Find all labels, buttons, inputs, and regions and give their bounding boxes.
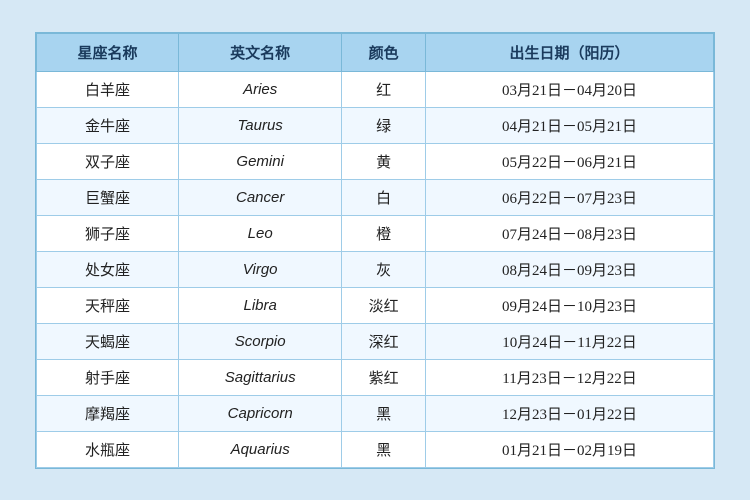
table-row: 水瓶座Aquarius黑01月21日－02月19日 [37,431,714,467]
table-body: 白羊座Aries红03月21日－04月20日金牛座Taurus绿04月21日－0… [37,71,714,467]
table-row: 摩羯座Capricorn黑12月23日－01月22日 [37,395,714,431]
cell-date: 05月22日－06月21日 [425,143,713,179]
cell-zh-name: 水瓶座 [37,431,179,467]
cell-zh-name: 摩羯座 [37,395,179,431]
cell-zh-name: 白羊座 [37,71,179,107]
cell-date: 01月21日－02月19日 [425,431,713,467]
table-row: 白羊座Aries红03月21日－04月20日 [37,71,714,107]
cell-date: 12月23日－01月22日 [425,395,713,431]
cell-color: 红 [342,71,426,107]
cell-zh-name: 巨蟹座 [37,179,179,215]
cell-en-name: Virgo [179,251,342,287]
cell-date: 11月23日－12月22日 [425,359,713,395]
cell-en-name: Sagittarius [179,359,342,395]
cell-zh-name: 天秤座 [37,287,179,323]
header-color: 颜色 [342,33,426,71]
header-en-name: 英文名称 [179,33,342,71]
cell-date: 03月21日－04月20日 [425,71,713,107]
cell-en-name: Scorpio [179,323,342,359]
cell-en-name: Taurus [179,107,342,143]
cell-zh-name: 射手座 [37,359,179,395]
table-row: 金牛座Taurus绿04月21日－05月21日 [37,107,714,143]
zodiac-table-container: 星座名称 英文名称 颜色 出生日期（阳历） 白羊座Aries红03月21日－04… [35,32,715,469]
table-row: 射手座Sagittarius紫红11月23日－12月22日 [37,359,714,395]
cell-color: 白 [342,179,426,215]
table-row: 狮子座Leo橙07月24日－08月23日 [37,215,714,251]
table-row: 处女座Virgo灰08月24日－09月23日 [37,251,714,287]
cell-color: 淡红 [342,287,426,323]
cell-en-name: Cancer [179,179,342,215]
cell-color: 绿 [342,107,426,143]
cell-color: 黑 [342,431,426,467]
cell-color: 橙 [342,215,426,251]
cell-zh-name: 金牛座 [37,107,179,143]
cell-zh-name: 双子座 [37,143,179,179]
cell-en-name: Aries [179,71,342,107]
cell-zh-name: 天蝎座 [37,323,179,359]
cell-en-name: Aquarius [179,431,342,467]
table-row: 天蝎座Scorpio深红10月24日－11月22日 [37,323,714,359]
cell-en-name: Gemini [179,143,342,179]
header-date: 出生日期（阳历） [425,33,713,71]
cell-color: 黑 [342,395,426,431]
cell-color: 深红 [342,323,426,359]
cell-en-name: Leo [179,215,342,251]
header-zh-name: 星座名称 [37,33,179,71]
table-header-row: 星座名称 英文名称 颜色 出生日期（阳历） [37,33,714,71]
cell-en-name: Libra [179,287,342,323]
table-row: 天秤座Libra淡红09月24日－10月23日 [37,287,714,323]
cell-color: 紫红 [342,359,426,395]
cell-en-name: Capricorn [179,395,342,431]
cell-zh-name: 处女座 [37,251,179,287]
cell-date: 04月21日－05月21日 [425,107,713,143]
cell-date: 07月24日－08月23日 [425,215,713,251]
cell-color: 黄 [342,143,426,179]
cell-color: 灰 [342,251,426,287]
table-row: 双子座Gemini黄05月22日－06月21日 [37,143,714,179]
cell-date: 10月24日－11月22日 [425,323,713,359]
zodiac-table: 星座名称 英文名称 颜色 出生日期（阳历） 白羊座Aries红03月21日－04… [36,33,714,468]
cell-zh-name: 狮子座 [37,215,179,251]
cell-date: 09月24日－10月23日 [425,287,713,323]
cell-date: 08月24日－09月23日 [425,251,713,287]
cell-date: 06月22日－07月23日 [425,179,713,215]
table-row: 巨蟹座Cancer白06月22日－07月23日 [37,179,714,215]
